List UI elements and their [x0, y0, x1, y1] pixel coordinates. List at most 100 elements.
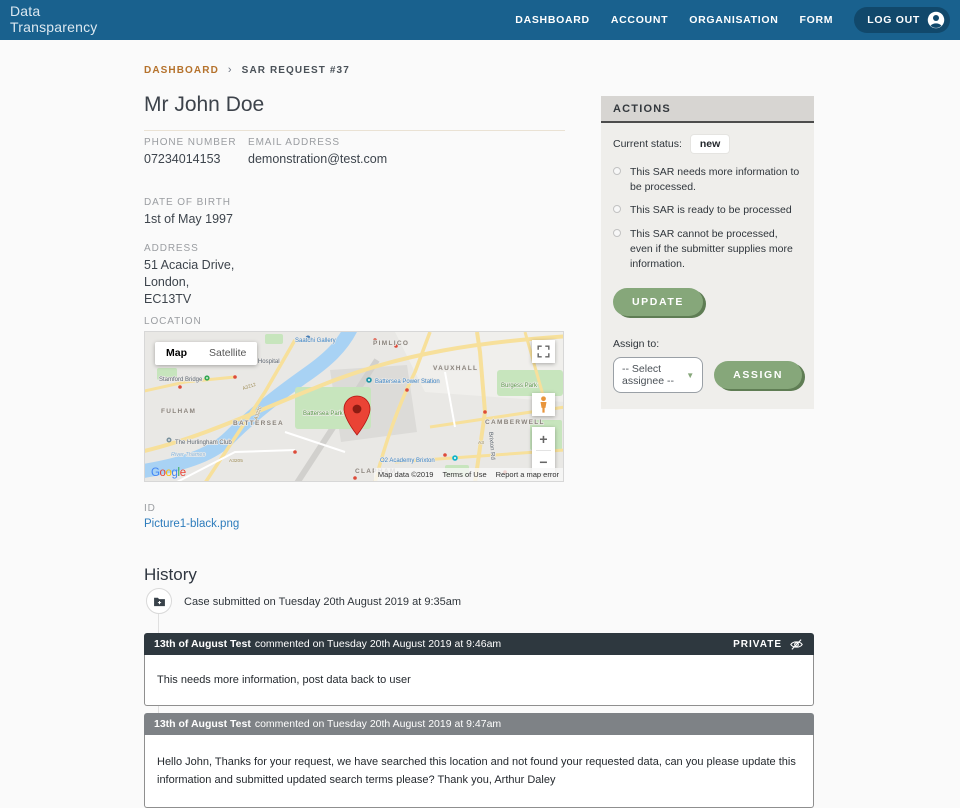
- actions-panel: ACTIONS Current status: new This SAR nee…: [601, 96, 814, 410]
- status-badge: new: [690, 135, 730, 153]
- comment-meta: commented on Tuesday 20th August 2019 at…: [254, 718, 502, 730]
- radio-needs-more-info[interactable]: This SAR needs more information to be pr…: [613, 165, 802, 195]
- breadcrumb-current: SAR REQUEST #37: [241, 64, 350, 76]
- logout-label: LOG OUT: [867, 14, 920, 26]
- address-line-3: EC13TV: [144, 291, 192, 306]
- nav-organisation[interactable]: ORGANISATION: [689, 14, 778, 26]
- map-label-a3: A3: [478, 440, 484, 446]
- case-submitted-text: Case submitted on Tuesday 20th August 20…: [184, 596, 462, 608]
- address-line-1: 51 Acacia Drive,: [144, 258, 235, 273]
- map-label-river-thames: River Thames: [171, 452, 205, 458]
- map-label-hurlingham: The Hurlingham Club: [175, 440, 232, 446]
- id-file-link[interactable]: Picture1-black.png: [144, 518, 239, 530]
- map-label-battersea-power: Battersea Power Station: [375, 379, 440, 385]
- email-value: demonstration@test.com: [248, 152, 388, 167]
- map-zoom-control: + −: [532, 427, 555, 473]
- radio-label: This SAR is ready to be processed: [630, 204, 792, 217]
- status-radio-group: This SAR needs more information to be pr…: [613, 165, 802, 272]
- nav-dashboard[interactable]: DASHBOARD: [515, 14, 590, 26]
- logo-line1: Data: [10, 3, 41, 19]
- breadcrumb: DASHBOARD › SAR REQUEST #37: [144, 64, 350, 76]
- app-logo[interactable]: Data Transparency: [10, 3, 98, 35]
- map-type-map-button[interactable]: Map: [155, 342, 198, 365]
- radio-label: This SAR needs more information to be pr…: [630, 166, 800, 194]
- comment-author: 13th of August Test: [154, 638, 251, 650]
- chevron-down-icon: ▼: [686, 370, 695, 380]
- comment-private: 13th of August Test commented on Tuesday…: [144, 633, 814, 707]
- folder-plus-icon: [153, 597, 165, 606]
- map-label-o2: O2 Academy Brixton: [380, 458, 435, 464]
- radio-icon[interactable]: [613, 167, 621, 175]
- update-button[interactable]: UPDATE: [613, 288, 703, 317]
- zoom-in-button[interactable]: +: [532, 428, 555, 450]
- field-dob: DATE OF BIRTH 1st of May 1997: [144, 196, 344, 228]
- radio-icon[interactable]: [613, 205, 621, 214]
- top-navbar: Data Transparency DASHBOARD ACCOUNT ORGA…: [0, 0, 960, 40]
- email-label: EMAIL ADDRESS: [248, 137, 340, 148]
- nav-account[interactable]: ACCOUNT: [611, 14, 668, 26]
- map-label-a3205: A3205: [229, 458, 243, 464]
- breadcrumb-separator-icon: ›: [227, 64, 233, 76]
- google-logo[interactable]: Google: [151, 467, 186, 479]
- actions-panel-body: Current status: new This SAR needs more …: [601, 123, 814, 409]
- map-fullscreen-button[interactable]: [532, 340, 555, 363]
- phone-value: 07234014153: [144, 152, 221, 167]
- radio-cannot-process[interactable]: This SAR cannot be processed, even if th…: [613, 227, 802, 273]
- assign-to-label: Assign to:: [613, 338, 660, 351]
- comment-body: This needs more information, post data b…: [144, 655, 814, 707]
- radio-icon[interactable]: [613, 228, 621, 237]
- field-email: EMAIL ADDRESS demonstration@test.com: [248, 136, 478, 168]
- current-status-label: Current status:: [613, 138, 682, 150]
- map-type-control: Map Satellite: [155, 342, 258, 365]
- case-submitted-icon-wrap: [146, 588, 172, 614]
- eye-off-icon: [790, 638, 803, 650]
- map-label-pimlico: PIMLICO: [373, 340, 409, 347]
- address-label: ADDRESS: [144, 243, 199, 254]
- radio-ready-to-process[interactable]: This SAR is ready to be processed: [613, 203, 802, 218]
- field-address: ADDRESS 51 Acacia Drive, London, EC13TV: [144, 242, 344, 308]
- map-label-camberwell: CAMBERWELL: [485, 419, 545, 426]
- comment-meta: commented on Tuesday 20th August 2019 at…: [254, 638, 502, 650]
- logo-line2: Transparency: [10, 18, 98, 35]
- title-section: Mr John Doe: [144, 93, 565, 131]
- comment-header: 13th of August Test commented on Tuesday…: [144, 633, 814, 655]
- pegman-icon: [540, 396, 547, 413]
- map-label-stamford: Stamford Bridge: [159, 377, 203, 383]
- terms-of-use-link[interactable]: Terms of Use: [442, 470, 486, 479]
- map-label-saatchi: Saatchi Gallery: [295, 338, 336, 344]
- radio-label: This SAR cannot be processed, even if th…: [630, 227, 793, 271]
- logout-button[interactable]: LOG OUT: [854, 7, 950, 33]
- map-type-satellite-button[interactable]: Satellite: [198, 342, 258, 365]
- private-badge: PRIVATE: [733, 638, 782, 650]
- comment-public: 13th of August Test commented on Tuesday…: [144, 713, 814, 808]
- map-label-vauxhall: VAUXHALL: [433, 365, 478, 372]
- field-id: ID Picture1-black.png: [144, 502, 239, 530]
- phone-label: PHONE NUMBER: [144, 137, 237, 148]
- dob-label: DATE OF BIRTH: [144, 197, 231, 208]
- location-label: LOCATION: [144, 316, 202, 327]
- comment-body: Hello John, Thanks for your request, we …: [144, 735, 814, 808]
- map-label-fulham: FULHAM: [161, 408, 196, 415]
- comment-author: 13th of August Test: [154, 718, 251, 730]
- assign-button[interactable]: ASSIGN: [714, 361, 802, 390]
- map-pegman-button[interactable]: [532, 393, 555, 416]
- id-label: ID: [144, 503, 156, 514]
- dob-value: 1st of May 1997: [144, 212, 233, 227]
- nav-form[interactable]: FORM: [800, 14, 834, 26]
- breadcrumb-dashboard[interactable]: DASHBOARD: [144, 65, 219, 76]
- assignee-select[interactable]: -- Select assignee -- ▼: [613, 357, 704, 394]
- page-title: Mr John Doe: [144, 93, 265, 116]
- map-attribution: Map data ©2019 Terms of Use Report a map…: [373, 468, 563, 481]
- address-line-2: London,: [144, 275, 190, 290]
- assignee-select-value: -- Select assignee --: [622, 363, 674, 388]
- history-heading: History: [144, 565, 197, 584]
- nav-items: DASHBOARD ACCOUNT ORGANISATION FORM LOG …: [515, 0, 950, 40]
- fullscreen-icon: [537, 345, 550, 358]
- map-data-text: Map data ©2019: [377, 470, 434, 479]
- map-label-burgess: Burgess Park: [501, 383, 538, 389]
- report-map-error-link[interactable]: Report a map error: [496, 470, 559, 479]
- comment-header: 13th of August Test commented on Tuesday…: [144, 713, 814, 735]
- actions-panel-header: ACTIONS: [601, 96, 814, 123]
- google-map[interactable]: Saatchi Gallery PIMLICO Chelsea and West…: [144, 331, 564, 482]
- field-phone: PHONE NUMBER 07234014153: [144, 136, 240, 168]
